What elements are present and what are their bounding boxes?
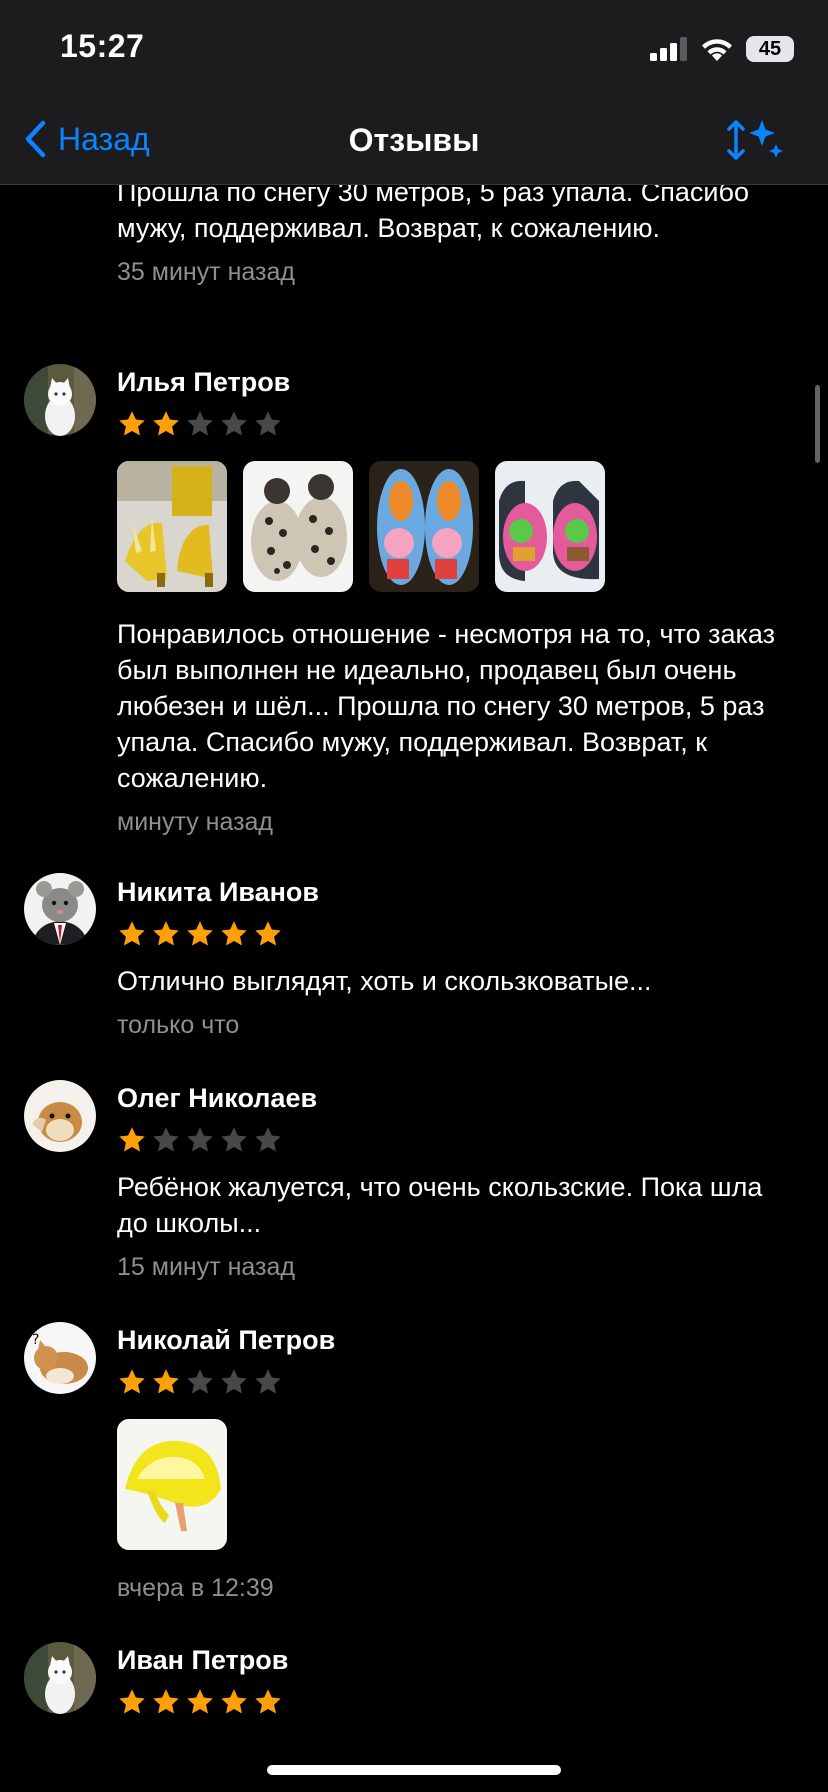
avatar[interactable] (24, 1080, 96, 1152)
status-icons: 45 (650, 34, 794, 64)
avatar[interactable]: ? (24, 1322, 96, 1394)
star-filled-icon (117, 1687, 147, 1717)
star-filled-icon (151, 409, 181, 439)
star-rating (117, 1687, 798, 1719)
star-rating (117, 409, 798, 441)
fluffy-yellow-heels-photo (117, 1419, 227, 1550)
review-author: Никита Иванов (117, 877, 320, 907)
review-author: Олег Николаев (117, 1083, 318, 1113)
cellular-signal-icon (650, 37, 687, 61)
wifi-icon (702, 39, 732, 61)
avatar[interactable] (24, 1642, 96, 1714)
review-time: 35 минут назад (117, 258, 295, 286)
white-cat-avatar-image (24, 364, 96, 436)
review-time: вчера в 12:39 (117, 1574, 274, 1602)
review-time: только что (117, 1011, 240, 1039)
review-time: минуту назад (117, 808, 274, 836)
review-photos (117, 461, 798, 592)
peppa-shoes-photo (369, 461, 479, 592)
star-empty-icon (185, 1125, 215, 1155)
star-filled-icon (185, 919, 215, 949)
sort-sparkle-button[interactable] (726, 116, 784, 164)
rat-in-suit-avatar-image (24, 873, 96, 945)
battery-indicator: 45 (746, 36, 794, 62)
status-time: 15:27 (60, 28, 145, 64)
avatar[interactable] (24, 873, 96, 945)
scroll-indicator[interactable] (815, 385, 820, 463)
star-filled-icon (219, 1687, 249, 1717)
navigation-bar: Назад Отзывы (0, 100, 828, 185)
review-author: Николай Петров (117, 1325, 336, 1355)
frog-shoes-photo (495, 461, 605, 592)
star-rating (117, 919, 798, 951)
star-filled-icon (253, 1687, 283, 1717)
review-text: Ребёнок жалуется, что очень скользские. … (117, 1172, 763, 1238)
star-filled-icon (117, 919, 147, 949)
star-filled-icon (117, 1367, 147, 1397)
star-filled-icon (151, 919, 181, 949)
star-empty-icon (253, 1125, 283, 1155)
review-photo[interactable] (117, 1419, 227, 1550)
sort-sparkle-icon (727, 120, 783, 160)
star-empty-icon (185, 409, 215, 439)
review-time: 15 минут назад (117, 1253, 295, 1281)
status-bar: 15:27 45 (0, 0, 828, 100)
review-text: Понравилось отношение - несмотря на то, … (117, 619, 775, 793)
star-empty-icon (185, 1367, 215, 1397)
review-author: Иван Петров (117, 1645, 289, 1675)
banana-heels-photo (117, 461, 227, 592)
star-filled-icon (219, 919, 249, 949)
review-photo[interactable] (369, 461, 479, 592)
star-filled-icon (117, 1125, 147, 1155)
star-empty-icon (253, 1367, 283, 1397)
star-filled-icon (117, 409, 147, 439)
review-photo[interactable] (117, 461, 227, 592)
star-filled-icon (151, 1687, 181, 1717)
star-empty-icon (219, 1125, 249, 1155)
star-rating (117, 1367, 798, 1399)
review-photo[interactable] (243, 461, 353, 592)
white-cat-avatar-image (24, 1642, 96, 1714)
review-text: Прошла по снегу 30 метров, 5 раз упала. … (117, 185, 749, 243)
avatar[interactable] (24, 364, 96, 436)
page-title: Отзывы (348, 122, 480, 158)
svg-text:?: ? (32, 1332, 39, 1348)
reviews-list[interactable]: Прошла по снегу 30 метров, 5 раз упала. … (0, 185, 828, 1792)
star-filled-icon (185, 1687, 215, 1717)
star-empty-icon (219, 409, 249, 439)
star-rating (117, 1125, 798, 1157)
hamster-avatar-image (24, 1080, 96, 1152)
star-filled-icon (253, 919, 283, 949)
star-empty-icon (253, 409, 283, 439)
review-photo[interactable] (495, 461, 605, 592)
review-photos (117, 1419, 798, 1550)
star-empty-icon (219, 1367, 249, 1397)
home-indicator[interactable] (267, 1765, 561, 1775)
confused-cat-avatar-image: ? (24, 1322, 96, 1394)
star-filled-icon (151, 1367, 181, 1397)
star-empty-icon (151, 1125, 181, 1155)
leopard-slippers-photo (243, 461, 353, 592)
review-text: Отлично выглядят, хоть и скользковатые..… (117, 966, 652, 996)
review-author: Илья Петров (117, 367, 291, 397)
